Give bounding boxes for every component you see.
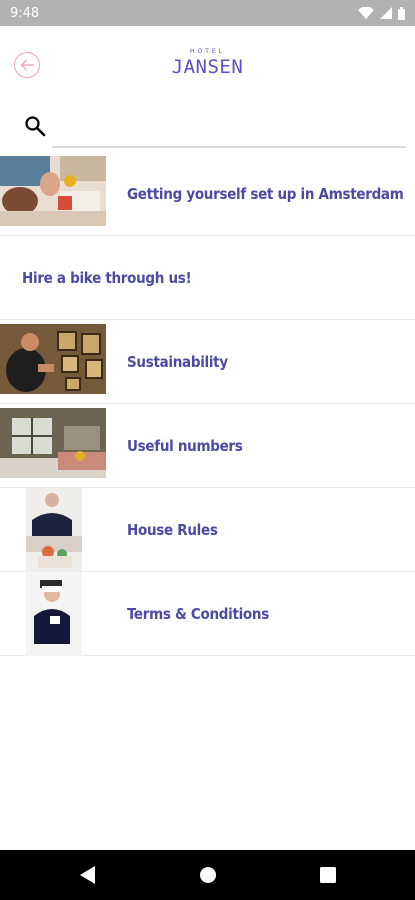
info-list: Getting yourself set up in Amsterdam Hir… [0,152,415,656]
system-nav-bar [0,850,415,900]
signal-icon [380,7,392,19]
status-time: 9:48 [10,5,40,21]
terms-thumbnail [26,572,82,656]
list-item-label: Hire a bike through us! [22,269,192,287]
logo-title: JANSEN [171,56,244,78]
list-item-terms[interactable]: Terms & Conditions [0,572,415,656]
square-recents-icon[interactable] [319,865,337,885]
list-item-house-rules[interactable]: House Rules [0,488,415,572]
list-item-sustainability[interactable]: Sustainability [0,320,415,404]
list-item-label: Sustainability [127,353,228,371]
list-item-amsterdam[interactable]: Getting yourself set up in Amsterdam [0,152,415,236]
useful-numbers-thumbnail [0,408,106,478]
search-input[interactable] [52,108,406,148]
list-item-label: House Rules [127,521,218,539]
status-icons [358,6,405,20]
app-header: HOTEL JANSEN [0,26,415,106]
house-rules-thumbnail [26,488,82,572]
search-icon[interactable] [24,115,46,137]
list-item-label: Getting yourself set up in Amsterdam [127,185,404,203]
logo-subtitle: HOTEL [189,48,226,55]
triangle-back-icon[interactable] [79,865,97,885]
list-item-useful-numbers[interactable]: Useful numbers [0,404,415,488]
amsterdam-thumbnail [0,156,106,226]
hotel-logo: HOTEL JANSEN [0,48,415,78]
list-item-label: Useful numbers [127,437,243,455]
list-item-label: Terms & Conditions [127,605,269,623]
circle-home-icon[interactable] [199,865,217,885]
sustainability-thumbnail [0,324,106,394]
wifi-icon [358,7,374,19]
list-item-bike[interactable]: Hire a bike through us! [0,236,415,320]
status-bar: 9:48 [0,0,415,26]
battery-icon [398,6,405,20]
